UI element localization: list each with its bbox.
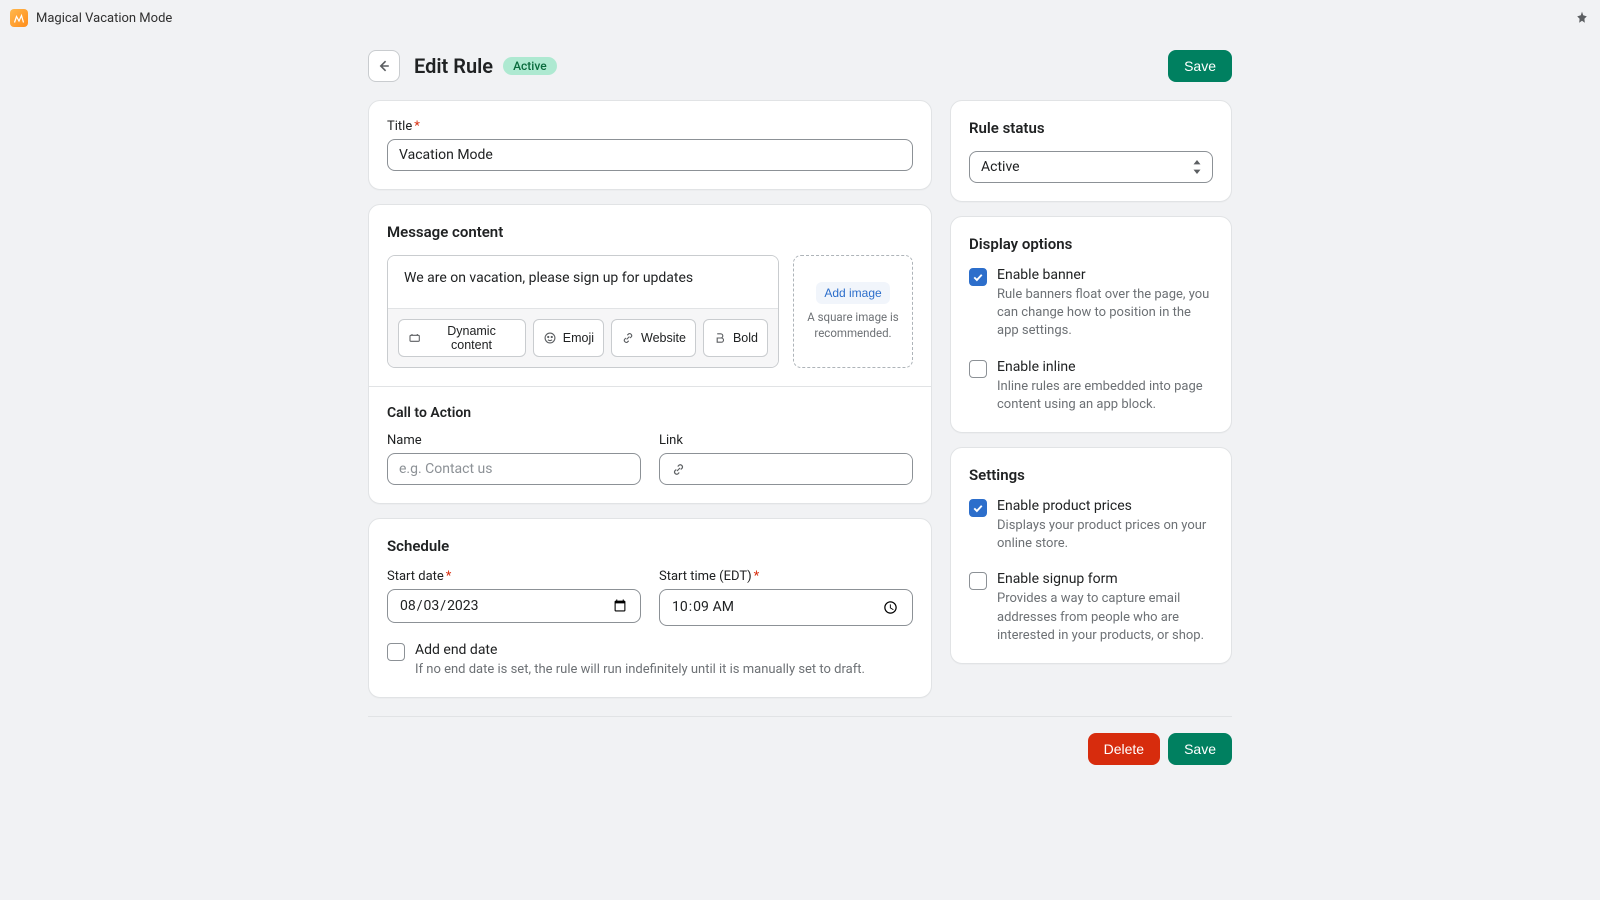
start-date-label: Start date* xyxy=(387,569,641,584)
message-content-card: Message content We are on vacation, plea… xyxy=(368,204,932,504)
website-label: Website xyxy=(641,331,686,345)
status-badge: Active xyxy=(503,57,557,75)
start-date-input[interactable] xyxy=(387,589,641,623)
cta-link-field xyxy=(659,453,913,485)
arrow-left-icon xyxy=(376,58,392,74)
check-icon xyxy=(972,271,984,283)
settings-card: Settings Enable product prices Displays … xyxy=(950,447,1232,664)
message-textarea[interactable]: We are on vacation, please sign up for u… xyxy=(388,256,778,308)
message-heading: Message content xyxy=(387,223,913,241)
enable-signup-checkbox[interactable] xyxy=(969,572,987,590)
editor-toolbar: Dynamic content Emoji Website xyxy=(388,308,778,367)
app-topbar: Magical Vacation Mode xyxy=(0,0,1600,36)
add-image-button[interactable]: Add image xyxy=(816,282,889,304)
rule-status-card: Rule status Active xyxy=(950,100,1232,202)
enable-banner-label[interactable]: Enable banner xyxy=(997,267,1213,283)
delete-button[interactable]: Delete xyxy=(1088,733,1160,765)
required-indicator: * xyxy=(414,119,420,134)
enable-signup-help: Provides a way to capture email addresse… xyxy=(997,590,1213,645)
footer-actions: Delete Save xyxy=(368,716,1232,765)
schedule-heading: Schedule xyxy=(387,537,913,555)
app-name: Magical Vacation Mode xyxy=(36,11,172,26)
add-end-date-row: Add end date If no end date is set, the … xyxy=(387,642,913,679)
cta-link-input[interactable] xyxy=(696,454,912,484)
cta-heading: Call to Action xyxy=(387,405,913,421)
add-end-date-help: If no end date is set, the rule will run… xyxy=(415,661,913,679)
enable-banner-checkbox[interactable] xyxy=(969,268,987,286)
add-end-date-checkbox[interactable] xyxy=(387,643,405,661)
enable-signup-label[interactable]: Enable signup form xyxy=(997,571,1213,587)
enable-inline-label[interactable]: Enable inline xyxy=(997,359,1213,375)
app-logo xyxy=(10,9,28,27)
start-time-input[interactable] xyxy=(659,589,913,626)
dynamic-icon xyxy=(408,331,421,345)
enable-inline-row: Enable inline Inline rules are embedded … xyxy=(969,359,1213,414)
message-editor: We are on vacation, please sign up for u… xyxy=(387,255,779,368)
pin-icon xyxy=(1574,10,1590,26)
save-button-bottom[interactable]: Save xyxy=(1168,733,1232,765)
bold-icon xyxy=(713,331,727,345)
bold-button[interactable]: Bold xyxy=(703,319,768,357)
start-time-label-text: Start time (EDT) xyxy=(659,569,752,584)
emoji-button[interactable]: Emoji xyxy=(533,319,604,357)
rule-status-select[interactable]: Active xyxy=(969,151,1213,183)
link-icon xyxy=(621,331,635,345)
title-input[interactable] xyxy=(387,139,913,171)
right-column: Rule status Active Display options Enabl xyxy=(950,100,1232,664)
display-options-heading: Display options xyxy=(969,235,1213,253)
rule-status-heading: Rule status xyxy=(969,119,1213,137)
enable-inline-help: Inline rules are embedded into page cont… xyxy=(997,378,1213,414)
cta-name-label: Name xyxy=(387,433,641,448)
bold-label: Bold xyxy=(733,331,758,345)
enable-prices-checkbox[interactable] xyxy=(969,499,987,517)
enable-prices-label[interactable]: Enable product prices xyxy=(997,498,1213,514)
schedule-card: Schedule Start date* Start time (EDT)* xyxy=(368,518,932,698)
image-hint: A square image is recommended. xyxy=(802,310,904,341)
display-options-card: Display options Enable banner Rule banne… xyxy=(950,216,1232,433)
page-title: Edit Rule xyxy=(414,54,493,78)
emoji-label: Emoji xyxy=(563,331,594,345)
enable-signup-row: Enable signup form Provides a way to cap… xyxy=(969,571,1213,645)
title-label: Title* xyxy=(387,119,913,134)
link-prefix-icon xyxy=(660,462,696,477)
cta-link-label: Link xyxy=(659,433,913,448)
enable-prices-row: Enable product prices Displays your prod… xyxy=(969,498,1213,553)
cta-section: Call to Action Name Link xyxy=(369,387,931,503)
settings-heading: Settings xyxy=(969,466,1213,484)
title-label-text: Title xyxy=(387,119,412,134)
enable-prices-help: Displays your product prices on your onl… xyxy=(997,517,1213,553)
dynamic-content-button[interactable]: Dynamic content xyxy=(398,319,526,357)
page-header: Edit Rule Active Save xyxy=(368,50,1232,82)
enable-inline-checkbox[interactable] xyxy=(969,360,987,378)
required-indicator: * xyxy=(446,569,452,584)
left-column: Title* Message content We are on vacatio… xyxy=(368,100,932,698)
dynamic-content-label: Dynamic content xyxy=(427,324,515,352)
check-icon xyxy=(972,502,984,514)
start-date-label-text: Start date xyxy=(387,569,444,584)
add-end-date-label[interactable]: Add end date xyxy=(415,642,913,658)
start-time-label: Start time (EDT)* xyxy=(659,569,913,584)
enable-banner-row: Enable banner Rule banners float over th… xyxy=(969,267,1213,341)
pin-button[interactable] xyxy=(1570,6,1594,30)
cta-name-input[interactable] xyxy=(387,453,641,485)
emoji-icon xyxy=(543,331,557,345)
image-dropzone[interactable]: Add image A square image is recommended. xyxy=(793,255,913,368)
required-indicator: * xyxy=(754,569,760,584)
back-button[interactable] xyxy=(368,50,400,82)
save-button-top[interactable]: Save xyxy=(1168,50,1232,82)
title-card: Title* xyxy=(368,100,932,190)
website-button[interactable]: Website xyxy=(611,319,696,357)
enable-banner-help: Rule banners float over the page, you ca… xyxy=(997,286,1213,341)
